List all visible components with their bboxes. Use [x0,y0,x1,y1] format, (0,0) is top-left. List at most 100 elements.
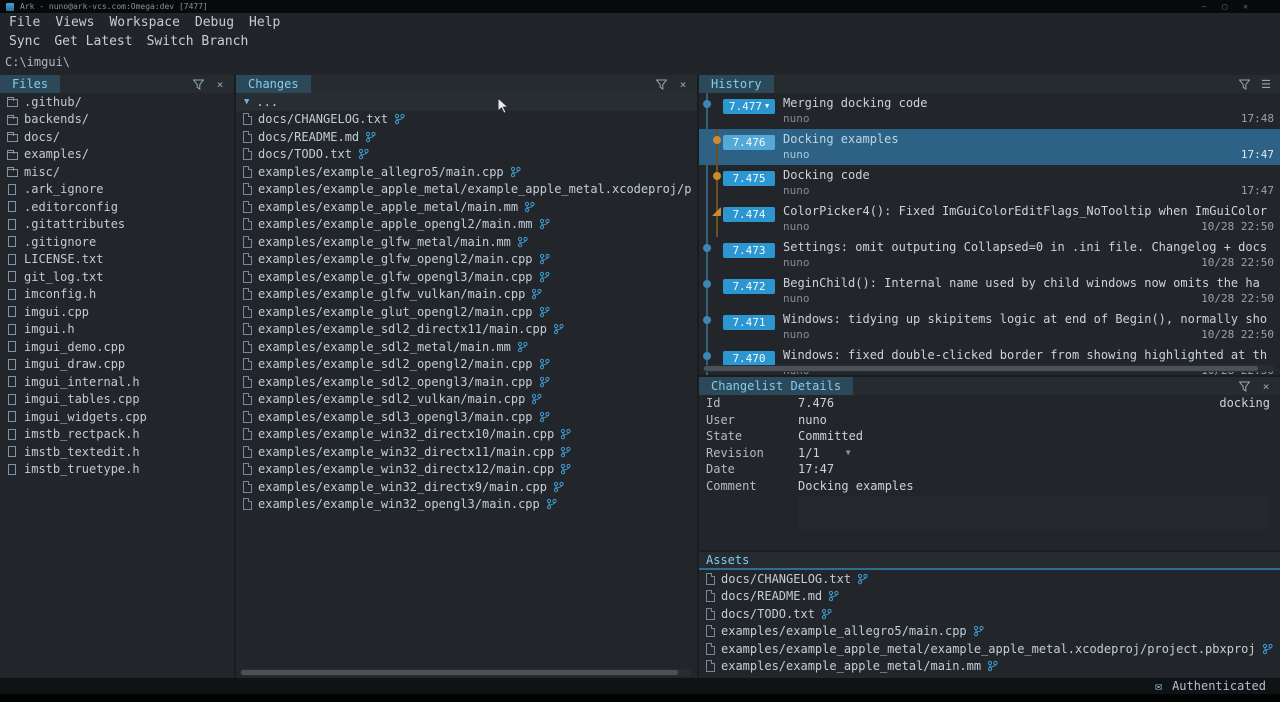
file-tree-item[interactable]: imconfig.h [0,286,234,304]
changes-panel-title[interactable]: Changes [236,75,311,93]
asset-file-row[interactable]: examples/example_apple_metal/main.mm [699,658,1280,676]
file-tree-item[interactable]: .gitignore [0,233,234,251]
commit-version-badge[interactable]: 7.471 [723,315,775,330]
changed-file-row[interactable]: examples/example_apple_opengl2/main.mm [236,216,697,234]
horizontal-scrollbar[interactable] [703,365,1274,372]
asset-file-row[interactable]: examples/example_apple_metal/example_app… [699,640,1280,658]
file-tree-item[interactable]: backends/ [0,111,234,129]
mail-icon[interactable]: ✉ [1155,680,1162,692]
toolbar-button[interactable]: Sync [9,34,40,49]
changed-file-row[interactable]: docs/README.md [236,128,697,146]
close-icon[interactable]: × [1260,380,1272,392]
asset-file-row[interactable]: docs/TODO.txt [699,605,1280,623]
commit-row[interactable]: 7.475 Docking code nuno 17:47 [699,165,1280,201]
asset-file-row[interactable]: docs/README.md [699,588,1280,606]
menu-icon[interactable]: ☰ [1260,78,1272,90]
changed-file-row[interactable]: examples/example_sdl3_opengl3/main.cpp [236,408,697,426]
scrollbar-thumb[interactable] [241,670,678,675]
toolbar-button[interactable]: Switch Branch [147,34,249,49]
dropdown-icon[interactable]: ▼ [765,103,769,110]
expand-arrow-icon[interactable]: ▼ [244,97,249,107]
changed-file-row[interactable]: examples/example_sdl2_opengl2/main.cpp [236,356,697,374]
toolbar-button[interactable]: Get Latest [54,34,132,49]
file-tree-item[interactable]: imstb_truetype.h [0,461,234,479]
file-tree-item[interactable]: imgui_draw.cpp [0,356,234,374]
close-icon[interactable]: × [214,78,226,90]
changed-file-row[interactable]: examples/example_sdl2_opengl3/main.cpp [236,373,697,391]
changed-file-row[interactable]: examples/example_win32_directx9/main.cpp [236,478,697,496]
commit-version-badge[interactable]: 7.475 [723,171,775,186]
file-tree-item[interactable]: imgui_tables.cpp [0,391,234,409]
changed-file-row[interactable]: examples/example_apple_metal/example_app… [236,181,697,199]
file-tree-item[interactable]: imgui_demo.cpp [0,338,234,356]
commit-version-badge[interactable]: 7.477 ▼ [723,99,775,114]
commit-version-badge[interactable]: 7.472 [723,279,775,294]
changed-file-row[interactable]: examples/example_sdl2_directx11/main.cpp [236,321,697,339]
changed-file-row[interactable]: examples/example_sdl2_vulkan/main.cpp [236,391,697,409]
file-tree-item[interactable]: .ark_ignore [0,181,234,199]
changed-file-row[interactable]: docs/CHANGELOG.txt [236,111,697,129]
file-tree-item[interactable]: imgui_internal.h [0,373,234,391]
file-tree-item[interactable]: .editorconfig [0,198,234,216]
file-tree-item[interactable]: imstb_textedit.h [0,443,234,461]
changed-file-row[interactable]: examples/example_glfw_vulkan/main.cpp [236,286,697,304]
commit-row[interactable]: 7.476 Docking examples nuno 17:47 [699,129,1280,165]
menu-item[interactable]: File [9,15,40,30]
file-tree-item[interactable]: misc/ [0,163,234,181]
horizontal-scrollbar[interactable] [240,669,691,676]
commit-row[interactable]: 7.472 BeginChild(): Internal name used b… [699,273,1280,309]
changed-file-row[interactable]: examples/example_allegro5/main.cpp [236,163,697,181]
changes-tree-root[interactable]: ▼ ... [236,93,697,111]
menu-item[interactable]: Help [249,15,280,30]
changed-file-row[interactable]: examples/example_glfw_opengl3/main.cpp [236,268,697,286]
file-tree-item[interactable]: docs/ [0,128,234,146]
filter-icon[interactable] [1238,78,1250,90]
files-panel-title[interactable]: Files [0,75,60,93]
filter-icon[interactable] [192,78,204,90]
file-tree-item[interactable]: examples/ [0,146,234,164]
commit-version-badge[interactable]: 7.476 [723,135,775,150]
commit-version-badge[interactable]: 7.474 [723,207,775,222]
file-tree-item[interactable]: imgui.cpp [0,303,234,321]
asset-file-row[interactable]: docs/CHANGELOG.txt [699,570,1280,588]
minimize-icon[interactable]: — [1202,2,1207,11]
changed-file-row[interactable]: docs/TODO.txt [236,146,697,164]
changed-file-row[interactable]: examples/example_glfw_opengl2/main.cpp [236,251,697,269]
changed-file-row[interactable]: examples/example_apple_metal/main.mm [236,198,697,216]
history-panel-title[interactable]: History [699,75,774,93]
commit-row[interactable]: 7.474 ColorPicker4(): Fixed ImGuiColorEd… [699,201,1280,237]
menu-item[interactable]: Debug [195,15,234,30]
changed-file-row[interactable]: examples/example_win32_directx10/main.cp… [236,426,697,444]
file-tree-item[interactable]: .github/ [0,93,234,111]
file-tree-item[interactable]: git_log.txt [0,268,234,286]
filter-icon[interactable] [1238,380,1250,392]
changed-file-row[interactable]: examples/example_win32_directx12/main.cp… [236,461,697,479]
commit-row[interactable]: 7.477 ▼ Merging docking code nuno 17:48 [699,93,1280,129]
asset-file-row[interactable]: examples/example_allegro5/main.cpp [699,623,1280,641]
filter-icon[interactable] [655,78,667,90]
assets-panel-title[interactable]: Assets [699,552,749,568]
details-panel-title[interactable]: Changelist Details [699,377,853,395]
changed-file-row[interactable]: examples/example_win32_opengl3/main.cpp [236,496,697,514]
changed-file-row[interactable]: examples/example_sdl2_metal/main.mm [236,338,697,356]
menu-item[interactable]: Views [55,15,94,30]
close-window-icon[interactable]: ✕ [1243,2,1248,11]
scrollbar-thumb[interactable] [704,366,1258,371]
file-tree-item[interactable]: imgui.h [0,321,234,339]
file-tree-item[interactable]: .gitattributes [0,216,234,234]
changed-file-row[interactable]: examples/example_win32_directx11/main.cp… [236,443,697,461]
revision-dropdown-icon[interactable]: ▼ [846,448,851,457]
changed-file-row[interactable]: examples/example_glfw_metal/main.mm [236,233,697,251]
file-tree-item[interactable]: imstb_rectpack.h [0,426,234,444]
commit-row[interactable]: 7.471 Windows: tidying up skipitems logi… [699,309,1280,345]
file-tree-item[interactable]: LICENSE.txt [0,251,234,269]
commit-row[interactable]: 7.473 Settings: omit outputing Collapsed… [699,237,1280,273]
commit-version-badge[interactable]: 7.473 [723,243,775,258]
changed-file-row[interactable]: examples/example_glut_opengl2/main.cpp [236,303,697,321]
maximize-icon[interactable]: ▢ [1222,2,1227,11]
close-icon[interactable]: × [677,78,689,90]
comment-box[interactable] [798,496,1268,530]
file-tree-item[interactable]: imgui_widgets.cpp [0,408,234,426]
commit-version-badge[interactable]: 7.470 [723,351,775,366]
menu-item[interactable]: Workspace [109,15,179,30]
